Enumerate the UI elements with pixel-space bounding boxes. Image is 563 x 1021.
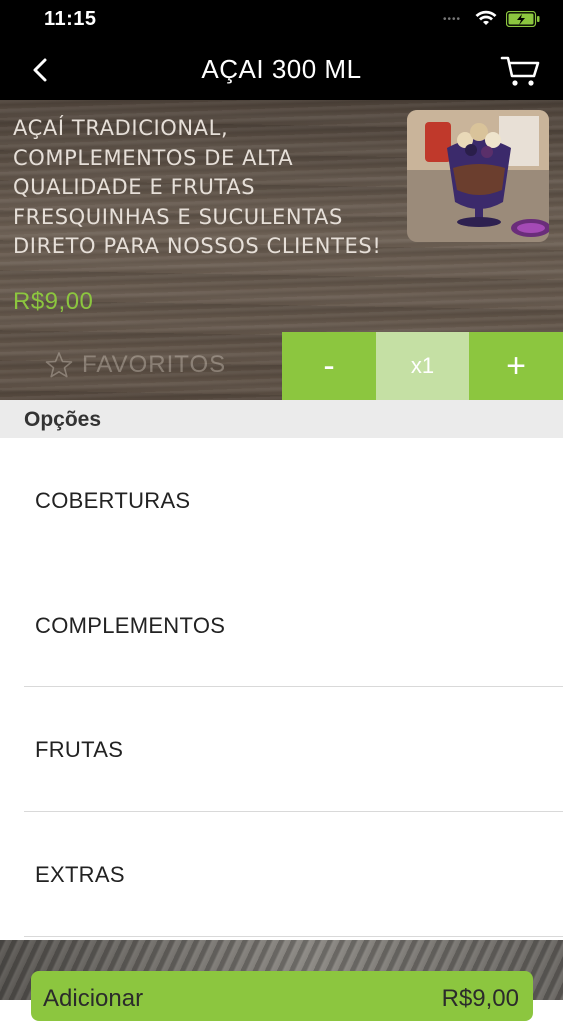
page-title: AÇAI 300 ML bbox=[201, 54, 362, 84]
option-frutas[interactable]: FRUTAS bbox=[0, 687, 563, 811]
favorites-label: FAVORITOS bbox=[82, 351, 227, 378]
product-description: AÇAÍ TRADICIONAL, COMPLEMENTOS DE ALTA Q… bbox=[13, 116, 382, 258]
quantity-stepper: - x1 + bbox=[282, 332, 563, 400]
option-extras[interactable]: EXTRAS bbox=[0, 812, 563, 936]
wifi-icon bbox=[475, 10, 497, 25]
cart-icon[interactable] bbox=[500, 54, 542, 88]
add-button-label: Adicionar bbox=[43, 985, 144, 1012]
battery-icon bbox=[506, 11, 540, 27]
signal-icon: •••• bbox=[443, 14, 462, 25]
options-header: Opções bbox=[0, 400, 563, 438]
option-label: COBERTURAS bbox=[35, 488, 191, 513]
quantity-value: x1 bbox=[376, 332, 469, 400]
add-to-cart-button[interactable]: Adicionar R$9,00 bbox=[31, 971, 533, 1021]
option-label: EXTRAS bbox=[35, 862, 125, 887]
options-header-label: Opções bbox=[24, 408, 102, 431]
product-photo bbox=[407, 110, 549, 242]
favorites-button[interactable]: FAVORITOS bbox=[44, 350, 226, 380]
divider bbox=[24, 936, 563, 937]
decrease-button[interactable]: - bbox=[282, 332, 376, 400]
option-coberturas[interactable]: COBERTURAS bbox=[0, 438, 563, 562]
product-price: R$9,00 bbox=[13, 288, 94, 315]
product-hero: AÇAÍ TRADICIONAL, COMPLEMENTOS DE ALTA Q… bbox=[0, 100, 563, 400]
nav-bar: AÇAI 300 ML bbox=[0, 40, 563, 100]
footer-bar: Adicionar R$9,00 bbox=[0, 940, 563, 1021]
add-button-price: R$9,00 bbox=[441, 985, 519, 1012]
status-bar: 11:15 •••• bbox=[0, 0, 563, 40]
option-label: COMPLEMENTOS bbox=[35, 613, 226, 638]
status-time: 11:15 bbox=[44, 8, 97, 30]
option-complementos[interactable]: COMPLEMENTOS bbox=[0, 562, 563, 686]
option-label: FRUTAS bbox=[35, 737, 124, 762]
star-icon bbox=[45, 352, 73, 378]
increase-button[interactable]: + bbox=[469, 332, 563, 400]
